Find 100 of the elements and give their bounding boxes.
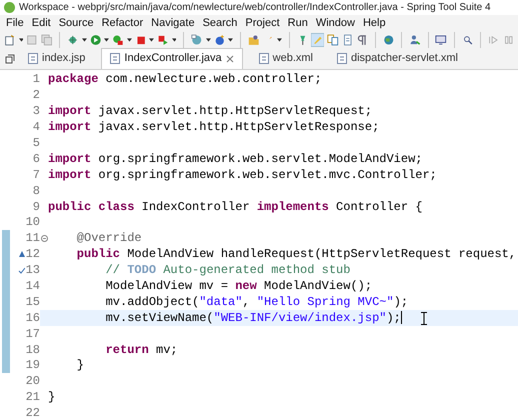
code-text: mv.addObject( [104,294,200,311]
file-icon [28,52,38,64]
code-text: ); [394,294,408,311]
menu-item[interactable]: Run [284,15,312,32]
line-number: 18 [26,342,40,359]
code-text: Controller { [335,198,422,216]
code-text: com.newlecture.web.controller; [104,71,322,88]
code-text: org.springframework.web.servlet.ModelAndView; [97,150,422,168]
caret-icon[interactable] [228,38,234,42]
menu-item[interactable]: Source [54,15,98,32]
line-number: 1 [32,71,40,88]
line-number: 2 [32,87,40,104]
menu-item[interactable]: Refactor [98,15,148,32]
keyword: import [48,150,92,168]
editor-tab[interactable]: dispatcher-servlet.xml [329,48,466,68]
block-select-icon[interactable] [342,32,354,46]
editor-tab[interactable]: IndexController.java [101,48,243,68]
line-number: 12 [26,246,40,264]
caret-icon[interactable] [104,38,110,42]
keyword: import [48,166,92,184]
new-class-icon[interactable] [214,32,226,46]
close-icon[interactable] [226,54,234,62]
keyword: implements [256,198,329,216]
code-text: ); [386,310,401,327]
string-literal: "data" [199,294,242,311]
string-literal: "Hello Spring MVC~" [256,294,394,311]
line-number: 8 [32,182,40,200]
text-cursor-icon [421,312,427,324]
file-icon [258,52,269,64]
code-comment: // [104,262,122,280]
code-text: mv.setViewName( [104,310,214,327]
caret-icon[interactable] [149,38,154,42]
menu-item[interactable]: File [2,15,28,32]
new-file-icon[interactable] [4,32,16,46]
run-icon[interactable] [90,32,102,46]
caret-icon[interactable] [18,38,24,42]
line-number: 14 [26,278,40,296]
line-number: 22 [26,405,40,418]
menu-item[interactable]: Help [358,15,390,32]
menu-item[interactable]: Search [198,15,242,32]
pilcrow-icon[interactable] [356,32,368,46]
menu-item[interactable]: Edit [28,15,55,32]
annotation: @Override [76,230,142,248]
caret-icon[interactable] [276,38,282,42]
code-text: ModelAndView handleRequest(HttpServletRequest request, [126,246,516,264]
keyword: return [104,342,149,359]
text-caret [400,311,402,324]
line-number: 9 [32,198,40,216]
keyword: import [48,119,92,136]
keyword: import [48,103,92,120]
editor-tab[interactable]: web.xml [250,48,321,68]
code-text: org.springframework.web.servlet.mvc.Controller; [97,166,437,184]
keyword: package [48,71,98,88]
file-icon [110,53,120,64]
monitor-icon[interactable] [435,32,447,46]
code-text: ModelAndView(); [263,278,372,296]
string-literal: "WEB-INF/view/index.jsp" [214,310,386,327]
todo-tag: TODO [127,261,156,280]
line-number: 17 [26,326,40,343]
line-number: 3 [32,103,40,120]
fold-icon[interactable] [40,234,48,242]
person-search-icon[interactable] [409,32,421,46]
caret-icon[interactable] [172,38,176,42]
code-text: ModelAndView mv = [104,278,230,296]
line-number: 13 [26,262,40,280]
window-title: Workspace - webprj/src/main/java/com/newlecture/web/controller/IndexController.java - Spring Tool Suite 4 [19,1,491,15]
line-number: 11 [26,230,40,248]
keyword: public [76,246,120,264]
menu-item[interactable]: Project [241,15,284,32]
open-folder-icon[interactable] [248,32,260,46]
file-icon [337,52,347,64]
caret-icon[interactable] [206,38,211,42]
code-text: javax.servlet.http.HttpServletResponse; [97,119,380,136]
run-config-icon[interactable] [112,32,124,46]
line-number: 4 [32,119,40,136]
caret-icon[interactable] [126,38,132,42]
restore-icon[interactable] [4,52,16,64]
menu-item[interactable]: Window [312,15,359,32]
line-number: 15 [26,294,40,311]
app-logo-icon [4,2,15,13]
code-text: IndexController [140,198,251,216]
code-text: } [76,357,84,374]
line-number: 5 [32,135,40,152]
keyword: public class [48,198,134,216]
editor-tab[interactable]: index.jsp [20,48,94,68]
line-number: 16 [26,310,40,327]
menu-item[interactable]: Navigate [147,15,199,32]
code-text: mv; [155,342,178,359]
caret-icon[interactable] [82,38,87,42]
compare-icon[interactable] [327,32,339,46]
keyword: new [235,278,257,296]
line-number: 6 [32,150,40,168]
code-text: } [48,389,56,406]
line-number: 21 [26,389,40,406]
line-number: 19 [26,357,40,374]
code-text: javax.servlet.http.HttpServletRequest; [97,103,372,120]
code-text: , [242,294,251,311]
line-number: 7 [32,166,40,184]
line-number: 20 [26,373,40,390]
code-comment: Auto-generated method stub [162,262,350,280]
